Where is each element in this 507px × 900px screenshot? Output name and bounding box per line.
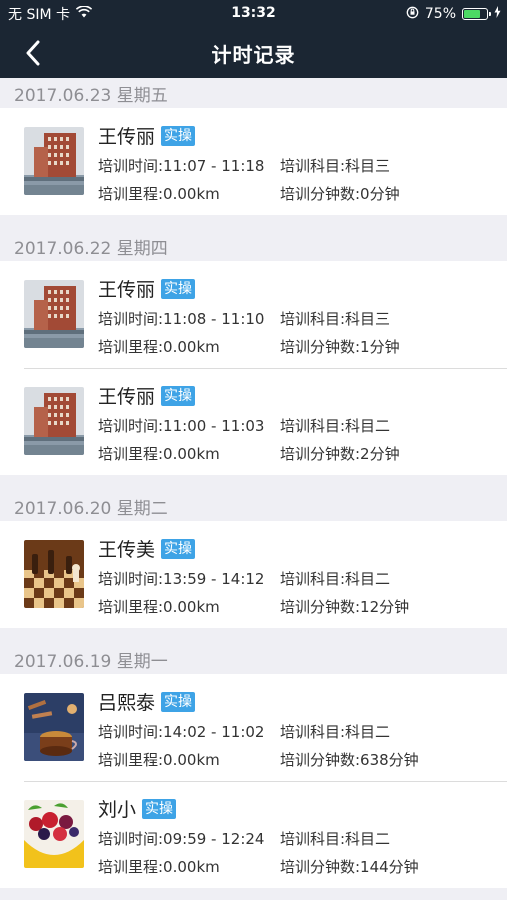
training-time: 培训时间:11:08 - 11:10 bbox=[98, 310, 265, 328]
record-thumbnail bbox=[24, 693, 84, 761]
section-date-header: 2017.06.19 星期一 bbox=[0, 644, 507, 674]
status-left: 无 SIM 卡 bbox=[8, 4, 93, 24]
training-subject: 培训科目:科目三 bbox=[280, 310, 391, 328]
back-button[interactable] bbox=[18, 38, 48, 68]
training-subject: 培训科目:科目二 bbox=[280, 570, 391, 588]
status-right: 75% bbox=[406, 6, 501, 23]
chevron-left-icon bbox=[26, 40, 40, 66]
record-line-2: 培训里程:0.00km 培训分钟数:144分钟 bbox=[98, 856, 419, 877]
trainee-name: 王传美 bbox=[98, 539, 156, 561]
record-row[interactable]: 刘小 实操培训时间:09:59 - 12:24 培训科目:科目二培训里程:0.00k… bbox=[0, 781, 507, 888]
record-line-1: 培训时间:14:02 - 11:02 培训科目:科目二 bbox=[98, 721, 390, 742]
practice-tag-badge: 实操 bbox=[161, 278, 196, 299]
training-minutes: 培训分钟数:1分钟 bbox=[280, 338, 400, 356]
training-mileage: 培训里程:0.00km bbox=[98, 751, 220, 769]
record-name-line: 王传丽 实操 bbox=[98, 275, 196, 302]
training-minutes: 培训分钟数:12分钟 bbox=[280, 598, 410, 616]
record-row[interactable]: 吕熙泰 实操培训时间:14:02 - 11:02 培训科目:科目二培训里程:0.00… bbox=[0, 674, 507, 781]
trainee-name: 王传丽 bbox=[98, 386, 156, 408]
trainee-name: 吕熙泰 bbox=[98, 692, 156, 714]
record-section: 王传丽 实操培训时间:11:07 - 11:18 培训科目:科目三培训里程:0.00… bbox=[0, 108, 507, 215]
record-line-1: 培训时间:11:07 - 11:18 培训科目:科目三 bbox=[98, 155, 390, 176]
record-line-2: 培训里程:0.00km 培训分钟数:1分钟 bbox=[98, 336, 400, 357]
battery-icon bbox=[462, 8, 491, 20]
record-line-1: 培训时间:09:59 - 12:24 培训科目:科目二 bbox=[98, 828, 390, 849]
record-row[interactable]: 王传丽 实操培训时间:11:08 - 11:10 培训科目:科目三培训里程:0.00… bbox=[0, 261, 507, 368]
orientation-lock-icon bbox=[406, 6, 419, 23]
record-name-line: 王传丽 实操 bbox=[98, 382, 196, 409]
training-time: 培训时间:11:07 - 11:18 bbox=[98, 157, 265, 175]
section-date-header: 2017.06.20 星期二 bbox=[0, 491, 507, 521]
training-minutes: 培训分钟数:144分钟 bbox=[280, 858, 419, 876]
carrier-label: 无 SIM 卡 bbox=[8, 7, 70, 23]
record-section: 王传丽 实操 培训时间:11:08 - 11:10 培训科目:科目三 培训里程:0.00… bbox=[0, 261, 507, 475]
trainee-name: 王传丽 bbox=[98, 279, 156, 301]
training-subject: 培训科目:科目二 bbox=[280, 723, 391, 741]
record-section: 吕熙泰 实操 培训时间:14:02 - 11:02 培训科目:科目二 培训里程:0.00… bbox=[0, 674, 507, 888]
practice-tag-badge: 实操 bbox=[161, 691, 196, 712]
record-name-line: 吕熙泰 实操 bbox=[98, 688, 196, 715]
record-list[interactable]: 2017.06.23 星期五 王传丽 实操 培训时间:11:07 - 11:18 培训科… bbox=[0, 78, 507, 888]
practice-tag-badge: 实操 bbox=[161, 385, 196, 406]
trainee-name: 王传丽 bbox=[98, 126, 156, 148]
training-time: 培训时间:09:59 - 12:24 bbox=[98, 830, 265, 848]
record-row[interactable]: 王传丽 实操培训时间:11:07 - 11:18 培训科目:科目三培训里程:0.00… bbox=[0, 108, 507, 215]
record-line-2: 培训里程:0.00km 培训分钟数:638分钟 bbox=[98, 749, 419, 770]
record-thumbnail bbox=[24, 127, 84, 195]
training-subject: 培训科目:科目二 bbox=[280, 417, 391, 435]
training-minutes: 培训分钟数:638分钟 bbox=[280, 751, 419, 769]
training-mileage: 培训里程:0.00km bbox=[98, 185, 220, 203]
training-mileage: 培训里程:0.00km bbox=[98, 338, 220, 356]
training-mileage: 培训里程:0.00km bbox=[98, 445, 220, 463]
wifi-icon bbox=[75, 5, 93, 22]
record-name-line: 王传美 实操 bbox=[98, 535, 196, 562]
record-section: 王传美 实操培训时间:13:59 - 14:12 培训科目:科目二培训里程:0.00… bbox=[0, 521, 507, 628]
training-minutes: 培训分钟数:0分钟 bbox=[280, 185, 400, 203]
record-line-1: 培训时间:11:00 - 11:03 培训科目:科目二 bbox=[98, 415, 390, 436]
training-subject: 培训科目:科目三 bbox=[280, 157, 391, 175]
page-title: 计时记录 bbox=[211, 42, 296, 67]
record-row[interactable]: 王传美 实操培训时间:13:59 - 14:12 培训科目:科目二培训里程:0.00… bbox=[0, 521, 507, 628]
record-line-2: 培训里程:0.00km 培训分钟数:12分钟 bbox=[98, 596, 409, 617]
status-bar: 无 SIM 卡 13:32 75% bbox=[0, 0, 507, 28]
charging-icon bbox=[494, 6, 501, 22]
record-line-2: 培训里程:0.00km 培训分钟数:2分钟 bbox=[98, 443, 400, 464]
training-minutes: 培训分钟数:2分钟 bbox=[280, 445, 400, 463]
battery-fill bbox=[464, 10, 480, 18]
training-time: 培训时间:11:00 - 11:03 bbox=[98, 417, 265, 435]
training-time: 培训时间:13:59 - 14:12 bbox=[98, 570, 265, 588]
record-name-line: 王传丽 实操 bbox=[98, 122, 196, 149]
practice-tag-badge: 实操 bbox=[161, 125, 196, 146]
nav-bar: 计时记录 bbox=[0, 28, 507, 78]
record-line-1: 培训时间:13:59 - 14:12 培训科目:科目二 bbox=[98, 568, 390, 589]
trainee-name: 刘小 bbox=[98, 799, 137, 821]
training-mileage: 培训里程:0.00km bbox=[98, 858, 220, 876]
practice-tag-badge: 实操 bbox=[142, 798, 177, 819]
battery-percent: 75% bbox=[424, 6, 456, 22]
record-row[interactable]: 王传丽 实操培训时间:11:00 - 11:03 培训科目:科目二培训里程:0.00… bbox=[0, 368, 507, 475]
section-date-header: 2017.06.22 星期四 bbox=[0, 231, 507, 261]
record-thumbnail bbox=[24, 387, 84, 455]
record-thumbnail bbox=[24, 540, 84, 608]
training-time: 培训时间:14:02 - 11:02 bbox=[98, 723, 265, 741]
training-subject: 培训科目:科目二 bbox=[280, 830, 391, 848]
training-mileage: 培训里程:0.00km bbox=[98, 598, 220, 616]
record-name-line: 刘小 实操 bbox=[98, 795, 177, 822]
record-line-1: 培训时间:11:08 - 11:10 培训科目:科目三 bbox=[98, 308, 390, 329]
record-thumbnail bbox=[24, 800, 84, 868]
record-thumbnail bbox=[24, 280, 84, 348]
record-line-2: 培训里程:0.00km 培训分钟数:0分钟 bbox=[98, 183, 400, 204]
practice-tag-badge: 实操 bbox=[161, 538, 196, 559]
section-date-header: 2017.06.23 星期五 bbox=[0, 78, 507, 108]
